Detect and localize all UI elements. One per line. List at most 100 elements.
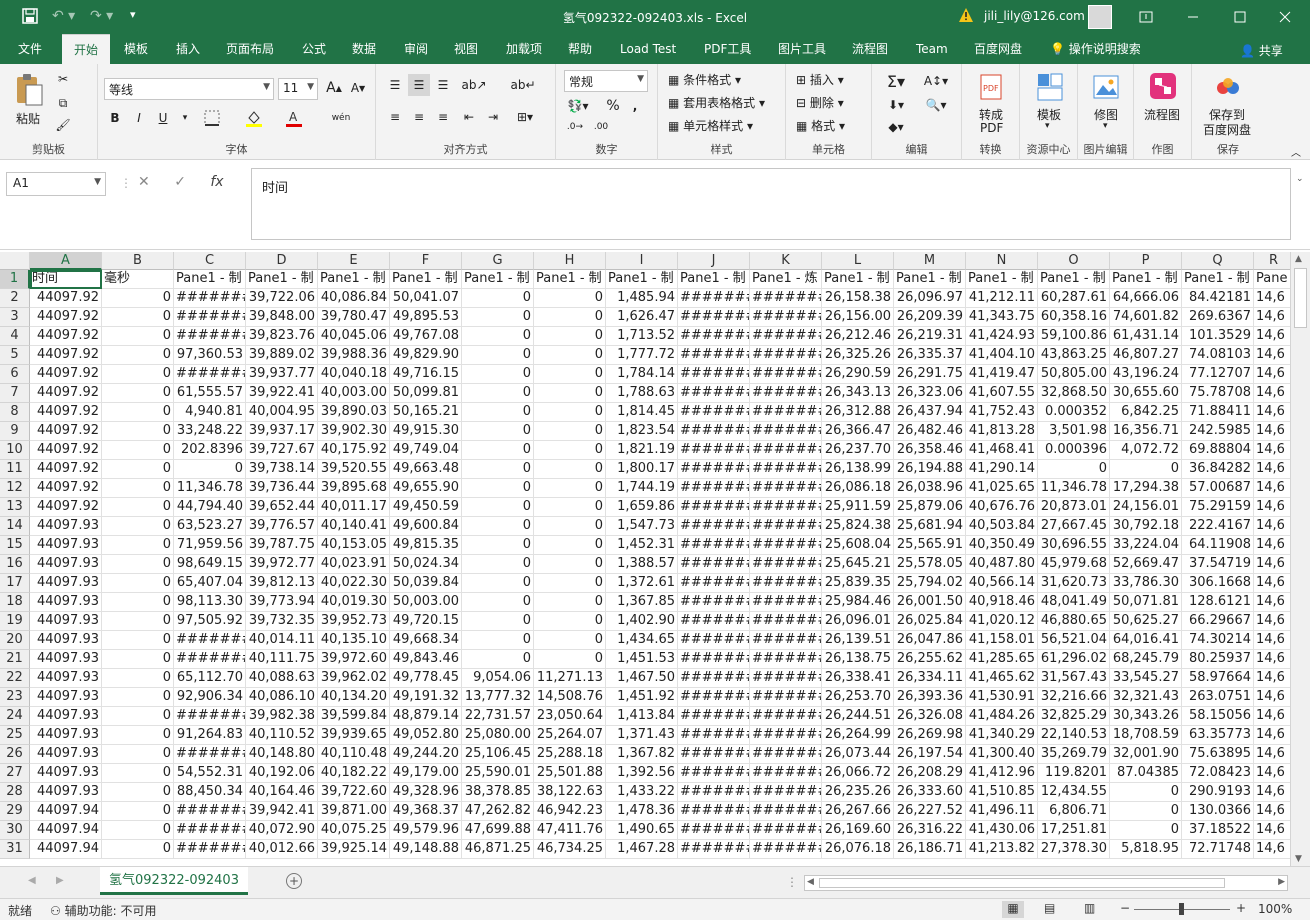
table-cell[interactable]: 63.35773 (1182, 726, 1254, 745)
tab-review[interactable]: 审阅 (392, 34, 440, 64)
table-cell[interactable]: ####### (678, 555, 750, 574)
paste-icon[interactable] (12, 70, 46, 110)
table-cell[interactable]: 1,371.43 (606, 726, 678, 745)
row-header[interactable]: 11 (0, 460, 30, 479)
table-cell[interactable]: 44097.93 (30, 707, 102, 726)
table-cell[interactable]: 40,182.22 (318, 764, 390, 783)
table-cell[interactable]: 0 (462, 308, 534, 327)
table-cell[interactable]: 40,110.48 (318, 745, 390, 764)
table-cell[interactable]: ####### (750, 517, 822, 536)
table-cell[interactable]: 17,251.81 (1038, 821, 1110, 840)
table-cell[interactable]: 0 (102, 574, 174, 593)
table-cell[interactable]: 39,937.77 (246, 365, 318, 384)
table-cell[interactable]: 41,343.75 (966, 308, 1038, 327)
column-header[interactable]: J (678, 252, 750, 270)
row-header[interactable]: 19 (0, 612, 30, 631)
sheet-tab[interactable]: 氢气092322-092403 (100, 867, 248, 895)
table-cell[interactable]: 49,450.59 (390, 498, 462, 517)
table-cell[interactable]: 41,025.65 (966, 479, 1038, 498)
row-header[interactable]: 21 (0, 650, 30, 669)
table-cell[interactable]: 1,467.50 (606, 669, 678, 688)
spreadsheet-grid[interactable]: A B C D E F G H I J K L M N O P Q R 1 时间 毫秒 Pane1 - 制 Pane1 - … (0, 252, 1290, 866)
table-cell[interactable]: 1,402.90 (606, 612, 678, 631)
table-cell[interactable]: 41,465.62 (966, 669, 1038, 688)
horizontal-scrollbar[interactable]: ◀ ▶ (804, 875, 1288, 891)
table-cell[interactable]: 69.88804 (1182, 441, 1254, 460)
table-cell[interactable]: 40,072.90 (246, 821, 318, 840)
table-cell[interactable]: 17,294.38 (1110, 479, 1182, 498)
table-cell[interactable]: 40,134.20 (318, 688, 390, 707)
table-cell[interactable]: 14,6 (1254, 745, 1290, 764)
table-cell[interactable]: 0 (102, 327, 174, 346)
table-cell[interactable]: 14,6 (1254, 536, 1290, 555)
ribbon-display-icon[interactable] (1133, 4, 1159, 30)
cut-icon[interactable]: ✂ (54, 70, 72, 88)
table-cell[interactable]: 26,086.18 (822, 479, 894, 498)
table-cell[interactable]: 40,676.76 (966, 498, 1038, 517)
table-cell[interactable]: 18,708.59 (1110, 726, 1182, 745)
table-cell[interactable]: 13,777.32 (462, 688, 534, 707)
table-cell[interactable]: ####### (678, 612, 750, 631)
table-cell[interactable]: 1,434.65 (606, 631, 678, 650)
table-cell[interactable]: 14,6 (1254, 460, 1290, 479)
comma-style-icon[interactable]: , (626, 96, 644, 116)
number-format-combo[interactable]: 常规 ▼ (564, 70, 648, 92)
chevron-down-icon[interactable]: ▾ (1045, 121, 1050, 131)
table-cell[interactable]: 14,6 (1254, 574, 1290, 593)
table-cell[interactable]: ####### (750, 745, 822, 764)
table-cell[interactable]: 26,312.88 (822, 403, 894, 422)
tab-view[interactable]: 视图 (442, 34, 490, 64)
table-cell[interactable]: ####### (750, 365, 822, 384)
table-cell[interactable]: 39,988.36 (318, 346, 390, 365)
table-cell[interactable]: 44097.92 (30, 289, 102, 308)
table-cell[interactable]: 26,001.50 (894, 593, 966, 612)
table-cell[interactable]: ####### (678, 688, 750, 707)
fill-icon[interactable]: ⬇▾ (882, 94, 910, 116)
table-cell[interactable]: 39,889.02 (246, 346, 318, 365)
table-cell[interactable]: 1,485.94 (606, 289, 678, 308)
column-header[interactable]: P (1110, 252, 1182, 270)
format-as-table-button[interactable]: ▦ 套用表格格式 ▾ (668, 94, 765, 111)
row-header[interactable]: 30 (0, 821, 30, 840)
table-cell[interactable]: 0 (462, 517, 534, 536)
table-cell[interactable]: 0 (534, 327, 606, 346)
close-icon[interactable] (1272, 4, 1298, 30)
table-cell[interactable]: 6,806.71 (1038, 802, 1110, 821)
zoom-slider-handle[interactable] (1179, 903, 1184, 915)
table-cell[interactable]: 44097.92 (30, 403, 102, 422)
normal-view-icon[interactable]: ▦ (1002, 901, 1024, 918)
row-header[interactable]: 6 (0, 365, 30, 384)
table-cell[interactable]: 40,023.91 (318, 555, 390, 574)
table-cell[interactable]: 74,601.82 (1110, 308, 1182, 327)
table-cell[interactable]: 39,939.65 (318, 726, 390, 745)
table-cell[interactable]: 57.00687 (1182, 479, 1254, 498)
table-cell[interactable]: 14,6 (1254, 821, 1290, 840)
table-cell[interactable]: 61,431.14 (1110, 327, 1182, 346)
row-header[interactable]: 3 (0, 308, 30, 327)
row-header[interactable]: 29 (0, 802, 30, 821)
table-cell[interactable]: 41,020.12 (966, 612, 1038, 631)
table-cell[interactable]: 65,112.70 (174, 669, 246, 688)
table-cell[interactable]: 49,778.45 (390, 669, 462, 688)
table-cell[interactable]: 40,088.63 (246, 669, 318, 688)
header-cell[interactable]: Pane1 - 制 (822, 270, 894, 289)
table-cell[interactable]: ####### (678, 403, 750, 422)
zoom-out-icon[interactable]: − (1120, 901, 1130, 915)
find-select-icon[interactable]: 🔍▾ (920, 94, 952, 116)
table-cell[interactable]: 26,343.13 (822, 384, 894, 403)
table-cell[interactable]: 33,224.04 (1110, 536, 1182, 555)
table-cell[interactable]: 26,076.18 (822, 840, 894, 859)
table-cell[interactable]: 0 (462, 536, 534, 555)
table-cell[interactable]: ####### (678, 840, 750, 859)
row-header[interactable]: 31 (0, 840, 30, 859)
prev-sheet-icon[interactable]: ◀ (28, 875, 36, 886)
table-cell[interactable]: 12,434.55 (1038, 783, 1110, 802)
table-cell[interactable]: 3,501.98 (1038, 422, 1110, 441)
table-cell[interactable]: 0 (102, 745, 174, 764)
table-cell[interactable]: 26,235.26 (822, 783, 894, 802)
table-cell[interactable]: 14,6 (1254, 840, 1290, 859)
table-cell[interactable]: ####### (174, 327, 246, 346)
table-cell[interactable]: 14,6 (1254, 327, 1290, 346)
table-cell[interactable]: 41,290.14 (966, 460, 1038, 479)
table-cell[interactable]: 39,890.03 (318, 403, 390, 422)
